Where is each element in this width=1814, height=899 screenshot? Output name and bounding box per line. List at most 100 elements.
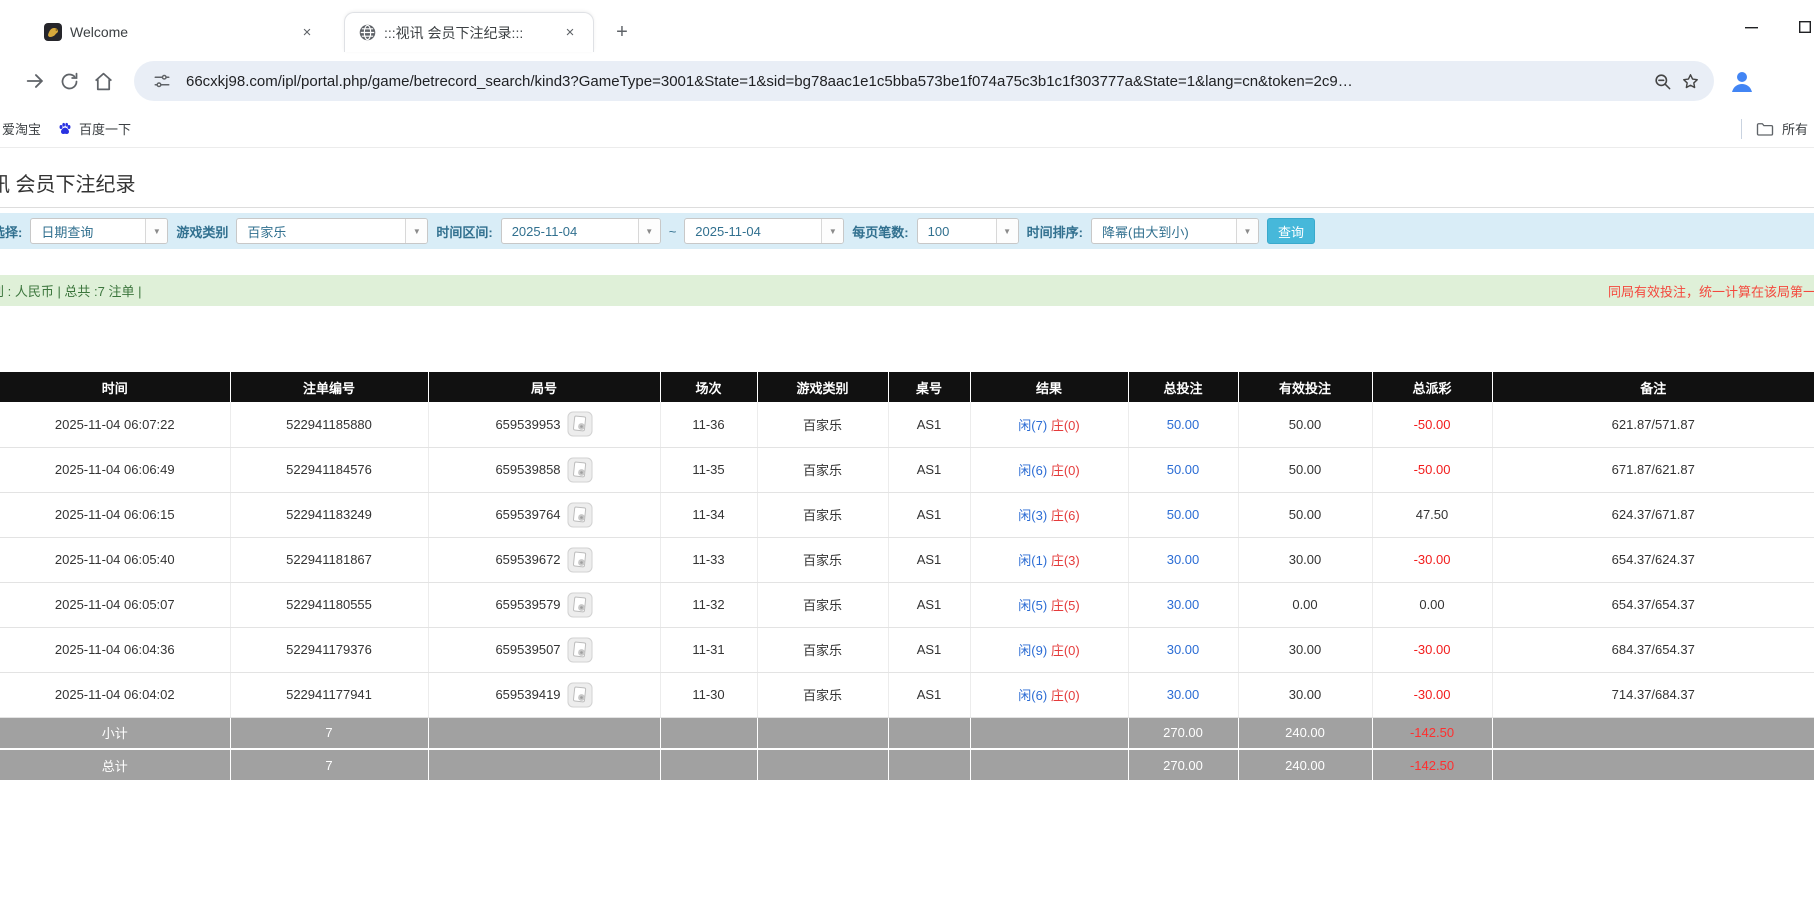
cell-game-type: 百家乐 [757,492,889,538]
result-banker: 庄(0) [1050,688,1080,703]
maximize-button[interactable] [1792,14,1814,40]
tab-welcome[interactable]: Welcome × [30,12,330,52]
chevron-down-icon: ▼ [1235,219,1258,243]
sort-order-select[interactable]: 降幂(由大到小) ▼ [1090,218,1259,244]
browser-window: Welcome × :::视讯 会员下注纪录::: × + 66cxkj98.c… [0,0,1814,899]
summary-empty [660,717,758,750]
zoom-out-icon[interactable] [1648,67,1676,95]
url-text[interactable]: 66cxkj98.com/ipl/portal.php/game/betreco… [186,73,1648,90]
cell-payout: -30.00 [1372,537,1493,583]
cell-time: 2025-11-04 06:04:36 [0,627,231,673]
summary-total-bet: 270.00 [1128,717,1239,750]
round-number: 659539672 [495,552,561,567]
chevron-down-icon: ▼ [145,219,168,243]
baidu-paw-icon [57,121,73,137]
tab-title: Welcome [70,24,129,40]
result-banker: 庄(0) [1050,463,1080,478]
cell-round: 659539672 [428,537,661,583]
total-bet-link[interactable]: 30.00 [1167,552,1200,567]
result-banker: 庄(3) [1050,553,1080,568]
table-row: 2025-11-04 06:07:22 522941185880 6595399… [0,402,1814,448]
summary-info-bar: 币别 : 人民币 | 总共 :7 注单 | 同局有效投注，统一计算在该局第一张注… [0,275,1814,306]
replay-icon[interactable] [567,502,593,528]
cell-table-no: AS1 [888,582,971,628]
table-row: 2025-11-04 06:06:49 522941184576 6595398… [0,447,1814,493]
home-icon[interactable] [86,64,120,98]
page-title-section: 视讯 会员下注纪录 [0,148,1814,208]
tab-close-icon[interactable]: × [561,24,579,42]
summary-label: 总计 [0,749,231,782]
cell-time: 2025-11-04 06:04:02 [0,672,231,718]
chevron-down-icon: ▼ [821,219,844,243]
cell-remark: 671.87/621.87 [1492,447,1814,493]
cell-valid-bet: 50.00 [1238,447,1373,493]
bookmark-label: 百度一下 [79,122,132,137]
replay-icon[interactable] [567,547,593,573]
cell-payout: -50.00 [1372,447,1493,493]
cell-game-type: 百家乐 [757,537,889,583]
cell-game-type: 百家乐 [757,402,889,448]
cell-remark: 621.87/571.87 [1492,402,1814,448]
summary-count: 7 [230,749,429,782]
cell-remark: 684.37/654.37 [1492,627,1814,673]
per-page-select[interactable]: 100 ▼ [916,218,1019,244]
summary-empty [660,749,758,782]
total-bet-link[interactable]: 30.00 [1167,642,1200,657]
replay-icon[interactable] [567,682,593,708]
valid-bet-note: 同局有效投注，统一计算在该局第一张注单 [1608,284,1814,299]
total-bet-link[interactable]: 50.00 [1167,507,1200,522]
replay-icon[interactable] [567,457,593,483]
bookmark-star-icon[interactable] [1676,67,1704,95]
range-tilde: ~ [668,223,677,239]
summary-empty [428,717,661,750]
cell-time: 2025-11-04 06:05:07 [0,582,231,628]
cell-round: 659539953 [428,402,661,448]
replay-icon[interactable] [567,411,593,437]
date-from-input[interactable]: 2025-11-04 ▼ [500,218,661,244]
address-bar[interactable]: 66cxkj98.com/ipl/portal.php/game/betreco… [134,61,1714,101]
cell-session: 11-36 [660,402,758,448]
date-to-input[interactable]: 2025-11-04 ▼ [684,218,845,244]
site-favicon-icon [44,23,62,41]
tab-bet-record[interactable]: :::视讯 会员下注纪录::: × [344,12,594,52]
tab-close-icon[interactable]: × [298,23,316,41]
game-type-value: 百家乐 [247,224,287,240]
replay-icon[interactable] [567,592,593,618]
cell-total-bet: 30.00 [1128,672,1239,718]
cell-time: 2025-11-04 06:05:40 [0,537,231,583]
date-from-value: 2025-11-04 [511,223,578,239]
bookmarks-folder-area[interactable]: 所有 [1741,118,1808,139]
total-bet-link[interactable]: 50.00 [1167,417,1200,432]
game-type-select[interactable]: 百家乐 ▼ [236,218,429,244]
forward-icon[interactable] [18,64,52,98]
replay-icon[interactable] [567,637,593,663]
cell-remark: 714.37/684.37 [1492,672,1814,718]
cell-valid-bet: 30.00 [1238,627,1373,673]
new-tab-button[interactable]: + [608,18,636,46]
result-player: 闲(9) [1018,643,1048,658]
summary-payout: -142.50 [1372,717,1493,750]
search-button[interactable]: 查询 [1266,218,1315,244]
column-header: 总派彩 [1372,372,1493,402]
cell-remark: 654.37/624.37 [1492,537,1814,583]
reload-icon[interactable] [52,64,86,98]
bookmark-aitaobao[interactable]: 爱淘宝 [0,116,49,142]
currency-total-text: 币别 : 人民币 | 总共 :7 注单 | [0,284,142,299]
chevron-down-icon: ▼ [405,219,428,243]
profile-avatar-icon[interactable] [1728,67,1756,95]
site-settings-icon[interactable] [148,67,176,95]
total-bet-link[interactable]: 50.00 [1167,462,1200,477]
bookmark-baidu[interactable]: 百度一下 [49,116,139,142]
query-type-select[interactable]: 日期查询 ▼ [30,218,169,244]
cell-round: 659539579 [428,582,661,628]
total-bet-link[interactable]: 30.00 [1167,597,1200,612]
summary-empty [1492,717,1814,750]
cell-valid-bet: 30.00 [1238,672,1373,718]
minimize-button[interactable] [1738,14,1764,40]
column-header: 结果 [970,372,1129,402]
globe-icon [359,24,376,41]
table-body: 2025-11-04 06:07:22 522941185880 6595399… [0,402,1814,718]
column-header: 桌号 [888,372,971,402]
total-bet-link[interactable]: 30.00 [1167,687,1200,702]
cell-table-no: AS1 [888,672,971,718]
